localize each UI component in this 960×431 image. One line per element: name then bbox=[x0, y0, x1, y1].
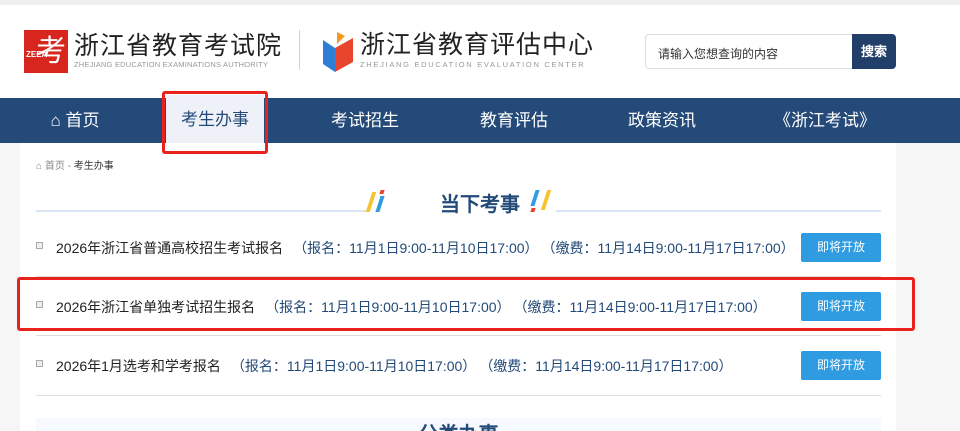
nav-evaluation[interactable]: 教育评估 bbox=[464, 98, 564, 143]
item-payment: （缴费：11月14日9:00-11月17日17:00） bbox=[548, 240, 795, 256]
site-subtitle: ZHEJIANG EDUCATION EXAMINATIONS AUTHORIT… bbox=[74, 60, 269, 69]
divider bbox=[36, 335, 881, 336]
breadcrumb: ⌂ 首页 - 考生办事 bbox=[36, 157, 114, 172]
nav-label: 首页 bbox=[65, 111, 100, 130]
open-soon-button[interactable]: 即将开放 bbox=[801, 351, 881, 380]
item-payment: （缴费：11月14日9:00-11月17日17:00） bbox=[486, 358, 733, 374]
main-nav: ⌂ 首页 考生办事 考试招生 教育评估 政策资讯 《浙江考试》 bbox=[0, 95, 960, 145]
highlight-box bbox=[162, 91, 268, 154]
list-item: 2026年1月选考和学考报名 （报名：11月1日9:00-11月10日17:00）… bbox=[36, 337, 881, 396]
bullet-icon bbox=[36, 242, 43, 249]
divider bbox=[299, 30, 300, 70]
evaluation-center-logo-icon[interactable] bbox=[323, 32, 353, 72]
nav-exams-admissions[interactable]: 考试招生 bbox=[315, 98, 415, 143]
site-title[interactable]: 浙江省教育考试院 bbox=[74, 26, 282, 62]
nav-home[interactable]: ⌂ 首页 bbox=[40, 98, 110, 143]
bullet-icon bbox=[36, 360, 43, 367]
open-soon-button[interactable]: 即将开放 bbox=[801, 233, 881, 262]
list-item: 2026年浙江省普通高校招生考试报名 （报名：11月1日9:00-11月10日17… bbox=[36, 219, 881, 278]
section-title: 当下考事 bbox=[440, 192, 520, 216]
item-title[interactable]: 2026年1月选考和学考报名 bbox=[56, 358, 221, 374]
home-icon: ⌂ bbox=[50, 111, 61, 130]
breadcrumb-home[interactable]: 首页 bbox=[45, 161, 65, 172]
nav-zhejiang-exam[interactable]: 《浙江考试》 bbox=[770, 98, 880, 143]
item-registration: （报名：11月1日9:00-11月10日17:00） bbox=[293, 240, 539, 256]
item-registration: （报名：11月1日9:00-11月10日17:00） bbox=[230, 358, 477, 374]
breadcrumb-current: 考生办事 bbox=[73, 161, 114, 172]
section2-title: 分类办事 bbox=[36, 418, 881, 431]
item-title[interactable]: 2026年浙江省普通高校招生考试报名 bbox=[56, 240, 283, 256]
highlight-box bbox=[17, 277, 915, 331]
zeea-logo[interactable]: 考 ZEEA bbox=[24, 30, 68, 73]
breadcrumb-separator: - bbox=[67, 161, 71, 172]
center-title[interactable]: 浙江省教育评估中心 bbox=[360, 25, 594, 61]
divider bbox=[36, 395, 881, 396]
home-icon: ⌂ bbox=[36, 161, 43, 172]
nav-policy-news[interactable]: 政策资讯 bbox=[612, 98, 712, 143]
search-button[interactable]: 搜索 bbox=[852, 34, 896, 69]
search-input[interactable]: 请输入您想查询的内容 bbox=[645, 34, 852, 69]
center-subtitle: ZHEJIANG EDUCATION EVALUATION CENTER bbox=[360, 60, 586, 69]
